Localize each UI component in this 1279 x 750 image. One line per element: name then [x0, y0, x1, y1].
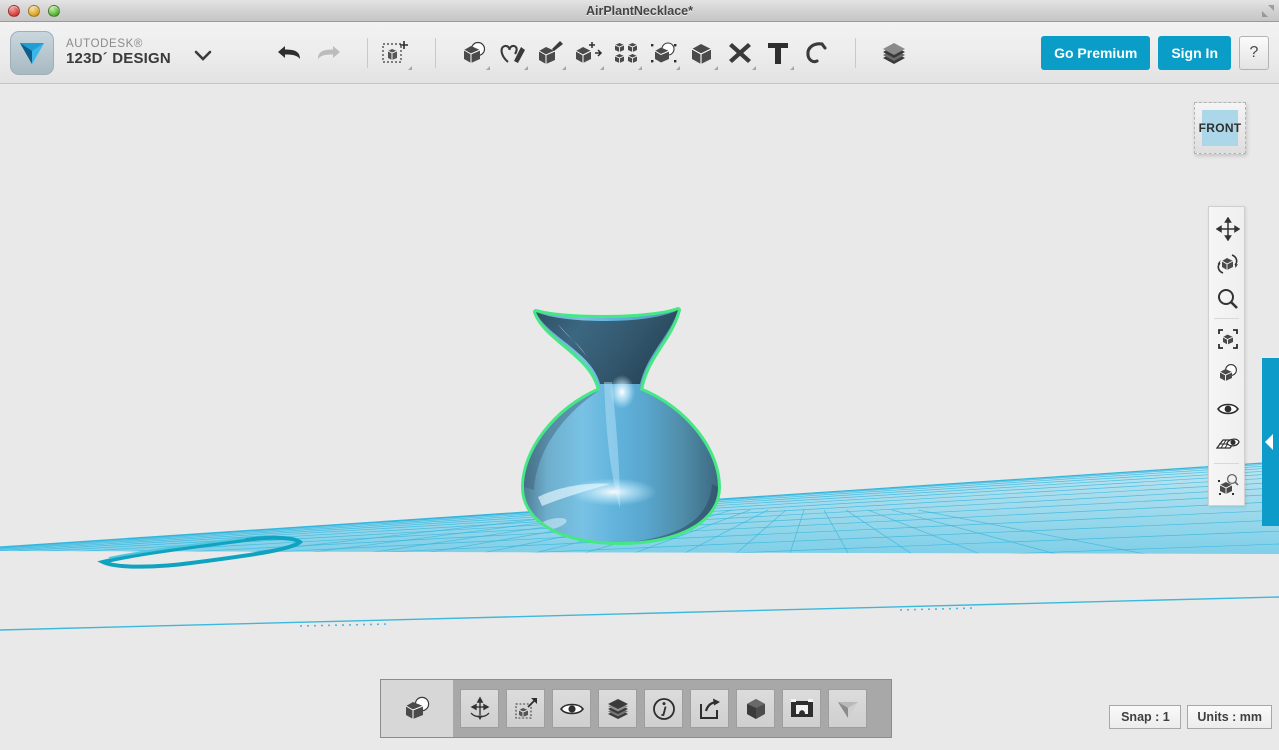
overflow-corner-icon: [789, 65, 794, 70]
overflow-corner-icon: [751, 65, 756, 70]
view-cube-face-label[interactable]: FRONT: [1199, 110, 1241, 146]
profile-sketch[interactable]: [95, 524, 315, 574]
viewport-3d[interactable]: FRONT Snap: 1 Units: mm: [0, 84, 1279, 750]
account-actions: Go Premium Sign In ?: [1041, 22, 1269, 84]
toolbar-separator: [366, 37, 368, 68]
brand-block: AUTODESK® 123D´ DESIGN: [10, 30, 213, 75]
status-bar: Snap : 1 Units : mm: [1109, 705, 1272, 729]
snap-status[interactable]: Snap : 1: [1109, 705, 1182, 729]
autodesk-123d-logo-icon: [10, 30, 54, 75]
material-paint-tool[interactable]: [1209, 466, 1246, 501]
brand-text: AUTODESK® 123D´ DESIGN: [66, 38, 171, 68]
window-title: AirPlantNecklace*: [585, 3, 693, 18]
grouping-tool[interactable]: [645, 32, 683, 74]
modify-tool[interactable]: [569, 32, 607, 74]
undo-button[interactable]: [271, 32, 309, 74]
text-tool[interactable]: [759, 32, 797, 74]
sign-in-button[interactable]: Sign In: [1158, 36, 1231, 70]
resize-corner-icon[interactable]: [1261, 4, 1275, 18]
toolbar-divider: [1214, 318, 1239, 319]
toolbar-separator: [854, 37, 856, 68]
transform-group: [377, 32, 415, 74]
export-button[interactable]: [690, 689, 729, 728]
bottom-toolbar: [380, 679, 892, 738]
chevron-down-icon[interactable]: [193, 48, 213, 62]
overflow-corner-icon: [675, 65, 680, 70]
layers-group: [875, 32, 913, 74]
overflow-corner-icon: [523, 65, 528, 70]
overflow-corner-icon: [637, 65, 642, 70]
tools-group: [455, 32, 835, 74]
panel-collapse-tab[interactable]: [1262, 358, 1279, 526]
toolbar-separator: [434, 37, 436, 68]
render-button[interactable]: [736, 689, 775, 728]
primitives-button[interactable]: [381, 680, 453, 737]
fit-to-view-tool[interactable]: [1209, 321, 1246, 356]
combine-tool[interactable]: [683, 32, 721, 74]
toolbar-divider: [1214, 463, 1239, 464]
brand-line-1: AUTODESK®: [66, 37, 143, 50]
redo-button[interactable]: [309, 32, 347, 74]
transform-tool[interactable]: [377, 32, 415, 74]
grid-view-tool[interactable]: [1209, 426, 1246, 461]
visibility-button[interactable]: [552, 689, 591, 728]
units-status[interactable]: Units : mm: [1187, 705, 1272, 729]
transform-button[interactable]: [460, 689, 499, 728]
air-plant-vase[interactable]: [480, 284, 760, 559]
main-header: AUTODESK® 123D´ DESIGN Go Premium Sign I…: [0, 22, 1279, 84]
chevron-left-icon: [1265, 434, 1273, 450]
help-button[interactable]: ?: [1239, 36, 1269, 70]
measure-tool[interactable]: [721, 32, 759, 74]
view-style-tool[interactable]: [1209, 356, 1246, 391]
window-titlebar: AirPlantNecklace*: [0, 0, 1279, 22]
snap-tool[interactable]: [797, 32, 835, 74]
primitives-tool[interactable]: [455, 32, 493, 74]
orbit-tool[interactable]: [1209, 246, 1246, 281]
overflow-corner-icon: [713, 65, 718, 70]
visibility-tool[interactable]: [1209, 391, 1246, 426]
brand-line-2: 123D´ DESIGN: [66, 49, 171, 67]
info-button[interactable]: [644, 689, 683, 728]
scale-button[interactable]: [506, 689, 545, 728]
overflow-corner-icon: [599, 65, 604, 70]
sketch-tool[interactable]: [493, 32, 531, 74]
navigation-toolbar: [1208, 206, 1245, 506]
overflow-corner-icon: [561, 65, 566, 70]
bottom-toolbar-items: [460, 689, 867, 728]
pan-tool[interactable]: [1209, 211, 1246, 246]
construct-tool[interactable]: [531, 32, 569, 74]
pattern-tool[interactable]: [607, 32, 645, 74]
go-premium-button[interactable]: Go Premium: [1041, 36, 1151, 70]
app-window: AirPlantNecklace* AUTODESK® 123D´ DESIGN: [0, 0, 1279, 750]
snapshot-button[interactable]: [782, 689, 821, 728]
overflow-corner-icon: [485, 65, 490, 70]
zoom-tool[interactable]: [1209, 281, 1246, 316]
view-button[interactable]: [828, 689, 867, 728]
history-group: [271, 32, 347, 74]
overflow-corner-icon: [407, 65, 412, 70]
material-button[interactable]: [598, 689, 637, 728]
view-cube[interactable]: FRONT: [1194, 102, 1246, 154]
materials-tool[interactable]: [875, 32, 913, 74]
